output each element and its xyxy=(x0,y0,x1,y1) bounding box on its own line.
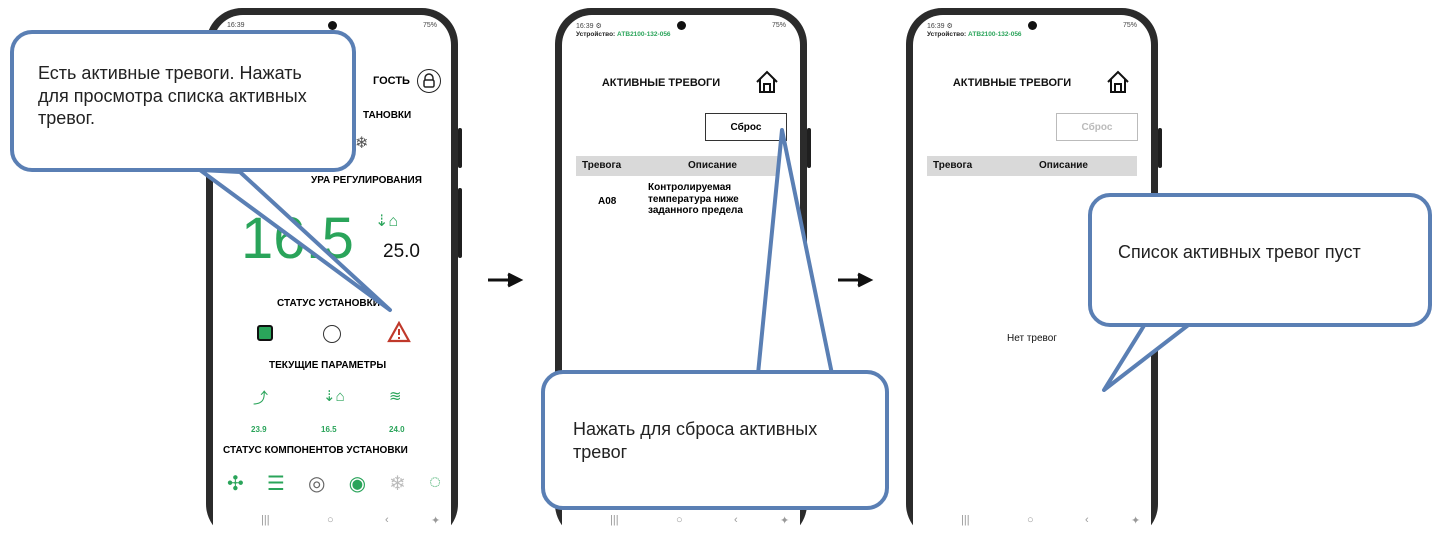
device-info: Устройство: АТВ2100-132-056 xyxy=(576,31,671,38)
alarm-warning-icon[interactable] xyxy=(387,320,411,348)
home-icon[interactable] xyxy=(1105,69,1131,100)
supply-temp-icon: ⇣⌂ xyxy=(323,388,345,405)
reset-button-disabled: Сброс xyxy=(1056,113,1138,141)
param-value-1: 23.9 xyxy=(251,425,267,434)
heater-component-icon: ☰ xyxy=(266,473,285,495)
device-info: Устройство: АТВ2100-132-056 xyxy=(927,31,1022,38)
reset-button[interactable]: Сброс xyxy=(705,113,787,141)
status-title: СТАТУС УСТАНОВКИ xyxy=(277,298,380,309)
flow-arrow-1 xyxy=(488,272,524,288)
col-description: Описание xyxy=(1039,160,1088,171)
callout-2: Нажать для сброса активных тревог xyxy=(541,370,889,510)
alarm-table-header: Тревога Описание xyxy=(576,156,786,176)
setpoint-icon: ⇣⌂ xyxy=(375,213,399,230)
callout-3: Список активных тревог пуст xyxy=(1088,193,1432,327)
room-temp-icon: ⤴ xyxy=(253,390,269,407)
big-temperature: 16.5 xyxy=(241,206,354,271)
callout-1-text: Есть активные тревоги. Нажать для просмо… xyxy=(38,63,307,128)
pump-component-icon: ◎ xyxy=(307,473,326,495)
section-heading-install: ТАНОВКИ xyxy=(363,110,412,121)
callout-3-text: Список активных тревог пуст xyxy=(1118,242,1361,262)
power-status-icon xyxy=(257,325,273,341)
alarm-description: Контролируемая температура ниже заданног… xyxy=(648,182,743,216)
flow-arrow-2 xyxy=(838,272,874,288)
col-alarm: Тревога xyxy=(582,160,622,171)
status-time: 16:39 xyxy=(927,23,945,30)
callout-1: Есть активные тревоги. Нажать для просмо… xyxy=(10,30,356,172)
param-value-2: 16.5 xyxy=(321,425,337,434)
params-title: ТЕКУЩИЕ ПАРАМЕТРЫ xyxy=(269,360,387,371)
alarm-code: A08 xyxy=(598,196,617,207)
no-alarms-text: Нет тревог xyxy=(1007,333,1057,344)
android-navbar: ||| ○ ‹ ✦ xyxy=(961,514,1141,527)
cycle-component-icon: ◌ xyxy=(429,471,441,493)
android-navbar: ||| ○ ‹ ✦ xyxy=(610,514,790,527)
callout-2-text: Нажать для сброса активных тревог xyxy=(573,419,818,462)
components-row: ✣ ☰ ◎ ◉ ❄ ◌ xyxy=(227,471,441,496)
param-value-3: 24.0 xyxy=(389,425,405,434)
valve-component-icon: ◉ xyxy=(348,473,367,495)
alarm-table-header: Тревога Описание xyxy=(927,156,1137,176)
page-title: АКТИВНЫЕ ТРЕВОГИ xyxy=(952,77,1072,89)
status-battery: 75% xyxy=(771,22,786,29)
home-icon[interactable] xyxy=(754,69,780,100)
page-title: АКТИВНЫЕ ТРЕВОГИ xyxy=(601,77,721,89)
col-alarm: Тревога xyxy=(933,160,973,171)
fan-icon: ❄ xyxy=(355,135,369,152)
defrost-component-icon: ❄ xyxy=(389,473,406,495)
section-heading-regulation: УРА РЕГУЛИРОВАНИЯ xyxy=(311,175,422,186)
status-time: 16:39 xyxy=(576,23,594,30)
status-battery: 75% xyxy=(1122,22,1137,29)
lock-icon[interactable] xyxy=(417,69,441,93)
coil-temp-icon: ≋ xyxy=(389,388,402,405)
alarm-row[interactable]: A08 Контролируемая температура ниже зада… xyxy=(576,178,786,232)
android-navbar: ||| ○ ‹ ✦ xyxy=(261,514,441,527)
guest-label: ГОСТЬ xyxy=(373,75,410,87)
components-title: СТАТУС КОМПОНЕНТОВ УСТАНОВКИ xyxy=(223,445,408,456)
fan-component-icon: ✣ xyxy=(227,473,244,495)
clock-status-icon xyxy=(323,325,341,343)
col-description: Описание xyxy=(688,160,737,171)
setpoint-value: 25.0 xyxy=(383,241,420,262)
